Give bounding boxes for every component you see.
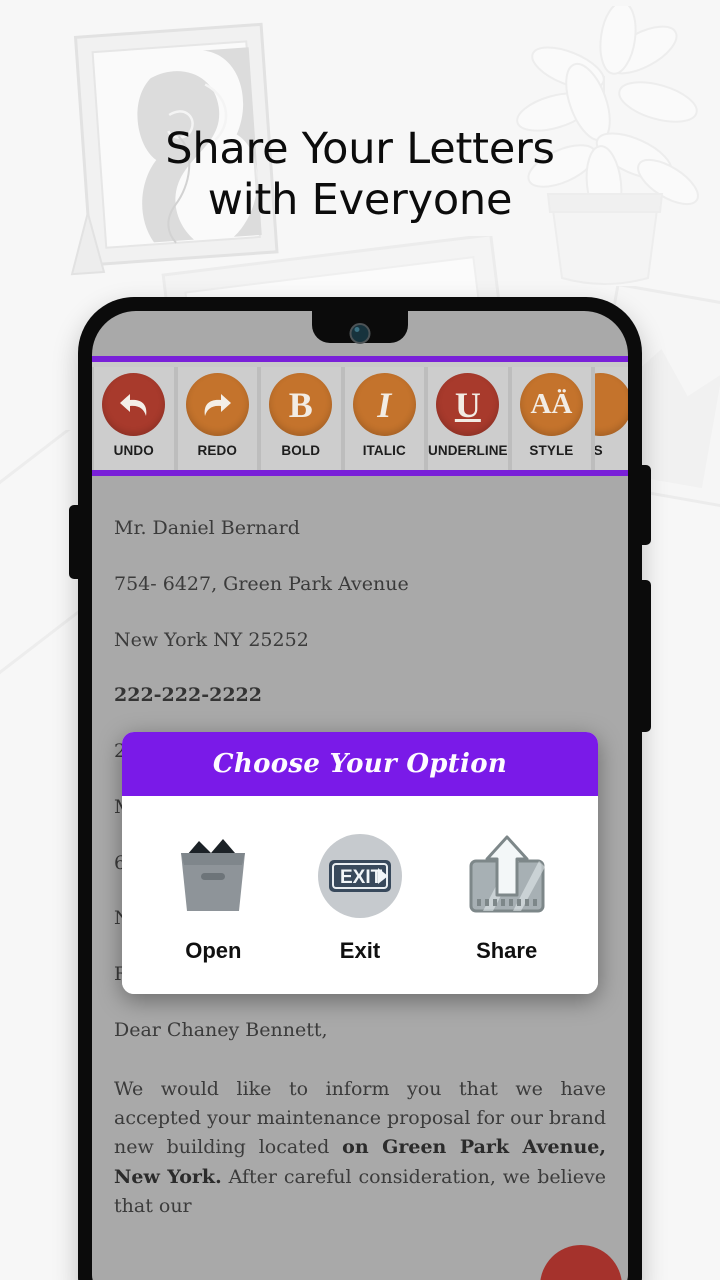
phone-notch [312,311,408,344]
headline-line-2: with Everyone [207,174,513,225]
dialog-options: Open EXIT Exit Share [122,796,598,994]
svg-text:EXIT: EXIT [340,867,383,888]
phone-volume-button[interactable] [641,465,651,545]
dialog-option-open-label: Open [185,938,242,963]
choose-option-dialog: Choose Your Option Open EXIT Exit Share [122,732,598,994]
headline-line-1: Share Your Letters [165,124,555,174]
dialog-header: Choose Your Option [122,732,598,796]
phone-screen: UNDO REDO B BOLD I ITALIC U UNDERLINE AÄ… [92,311,628,1280]
dialog-option-share-label: Share [476,938,538,963]
dialog-option-exit-label: Exit [339,938,381,963]
promo-screenshot: Share Your Letters with Everyone UNDO RE… [0,0,720,1280]
dialog-title: Choose Your Option [212,749,508,779]
share-upload-icon [469,835,545,913]
dialog-option-open[interactable]: Open [150,830,276,964]
front-camera-icon [349,323,371,344]
open-box-icon [181,839,246,911]
dialog-option-exit[interactable]: EXIT Exit [297,830,423,964]
phone-left-button[interactable] [69,505,79,579]
promo-headline: Share Your Letters with Everyone [0,124,720,225]
phone-power-button[interactable] [641,580,651,732]
phone-mockup: UNDO REDO B BOLD I ITALIC U UNDERLINE AÄ… [69,297,651,1280]
exit-sign-icon: EXIT [317,834,402,918]
dialog-option-share[interactable]: Share [444,830,570,964]
